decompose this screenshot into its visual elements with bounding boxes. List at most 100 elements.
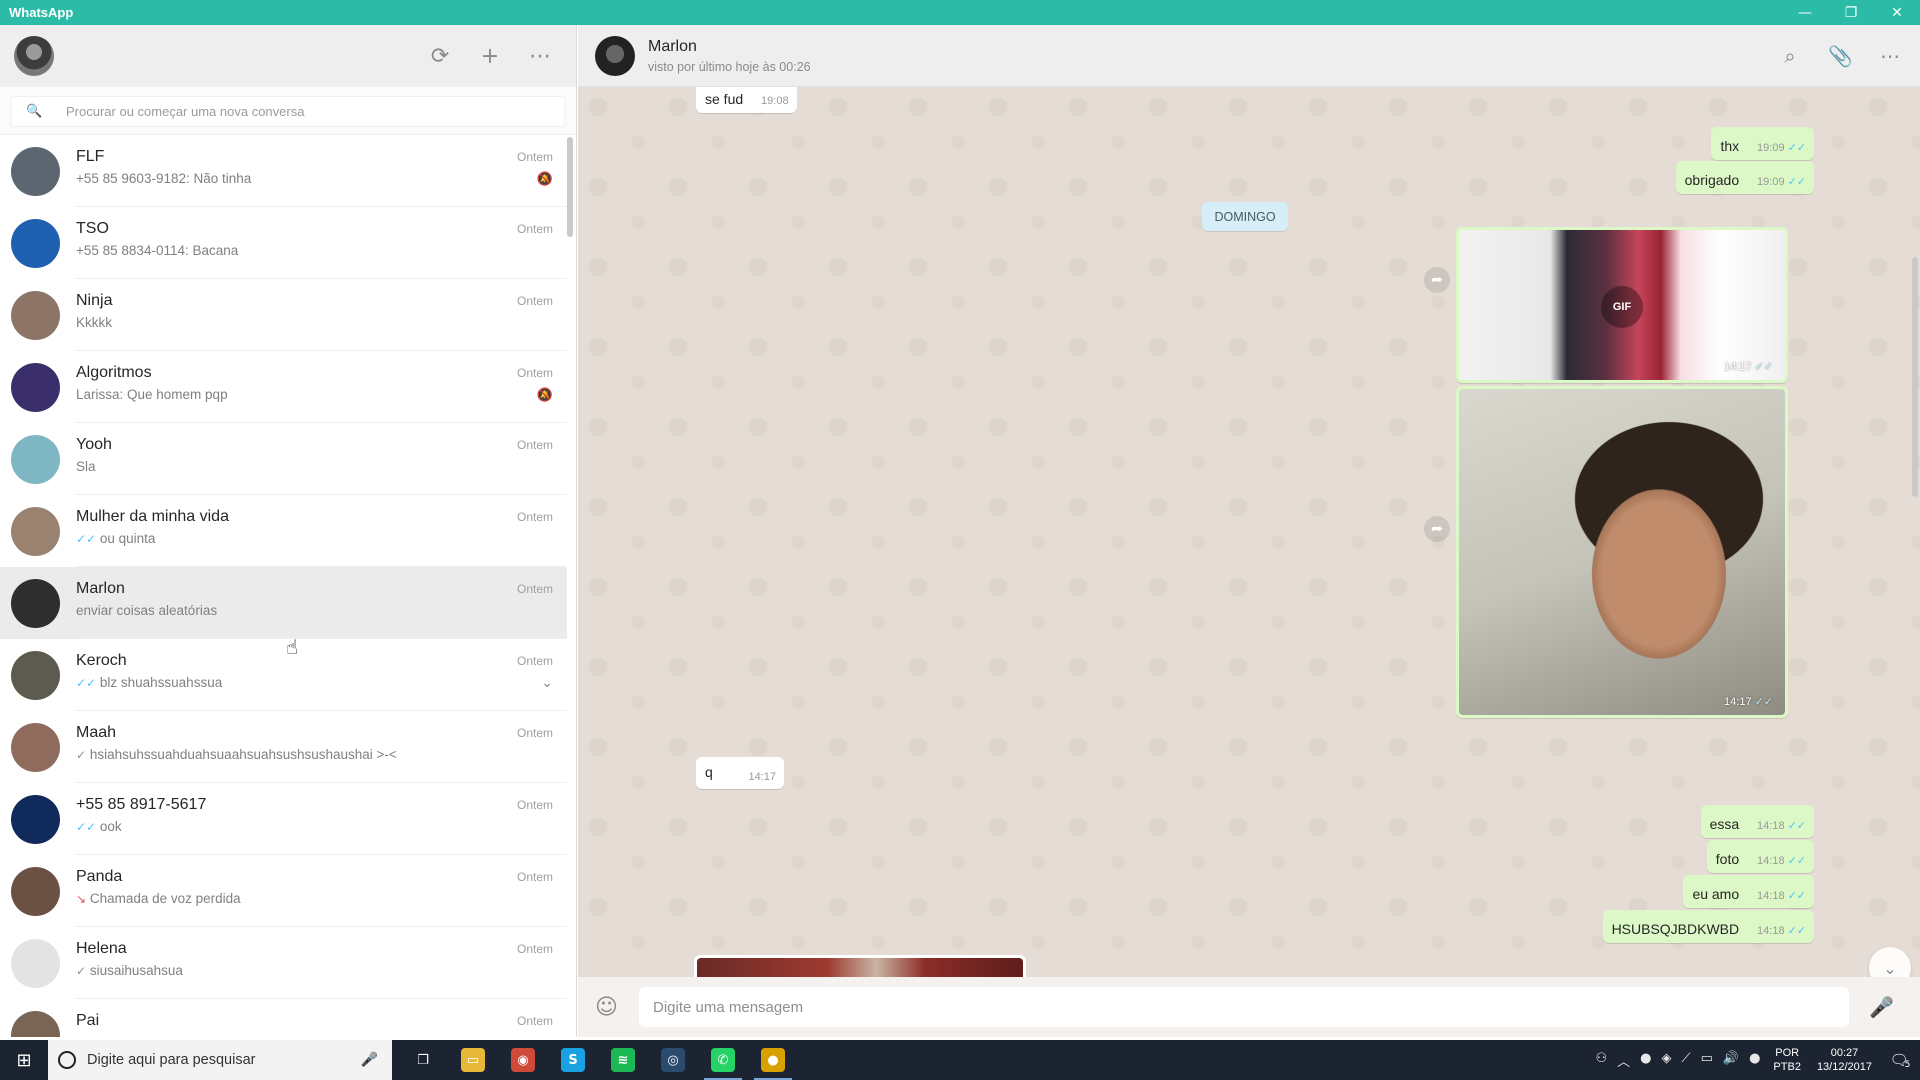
chat-item[interactable]: Helena ✓ siusaihusahsua Ontem [0, 927, 567, 999]
close-icon[interactable]: ✕ [1874, 0, 1920, 25]
search-messages-icon[interactable]: ⌕ [1778, 44, 1802, 68]
my-avatar[interactable] [14, 36, 54, 76]
search-input[interactable] [66, 104, 546, 119]
chat-item[interactable]: Yooh Sla Ontem [0, 423, 567, 495]
chat-item[interactable]: Maah ✓ hsiahsuhssuahduahsuaahsuahsushsush… [0, 711, 567, 783]
image-message[interactable]: 14:17 ✓✓ [1456, 386, 1788, 718]
tray-icon[interactable]: 🔊 [1723, 1051, 1739, 1070]
taskbar-app-chrome[interactable]: ◉ [498, 1040, 548, 1080]
chat-avatar[interactable] [11, 650, 60, 700]
chevron-down-icon[interactable]: ⌄ [541, 675, 553, 691]
chat-item[interactable]: Keroch ✓✓ blz shuahssuahssua Ontem ⌄ [0, 639, 567, 711]
conversation-pane: Marlon visto por último hoje às 00:26 ⌕ … [578, 25, 1920, 1037]
steam-icon: ◎ [661, 1048, 685, 1072]
chat-avatar[interactable] [11, 578, 60, 628]
message-bubble[interactable]: q 14:17 [696, 757, 784, 789]
conversation-menu-icon[interactable]: ⋯ [1878, 44, 1902, 68]
tray-icon[interactable]: ▭ [1701, 1051, 1713, 1070]
chat-item[interactable]: Algoritmos Larissa: Que homem pqp Ontem 🔕 [0, 351, 567, 423]
message-scrollbar[interactable] [1912, 257, 1918, 497]
scroll-down-button[interactable]: ⌄ [1869, 947, 1911, 977]
tray-icon[interactable]: ︿ [1617, 1051, 1630, 1070]
chat-avatar[interactable] [11, 506, 60, 556]
image-thumbnail[interactable] [697, 958, 1023, 977]
chat-avatar[interactable] [11, 866, 60, 916]
forward-icon[interactable]: ➦ [1424, 267, 1450, 293]
delivery-ticks-icon: ✓ [76, 964, 87, 978]
chat-avatar[interactable] [11, 362, 60, 412]
chat-item[interactable]: Pai Ontem [0, 999, 567, 1037]
status-icon[interactable]: ⟳ [428, 44, 452, 69]
chat-avatar[interactable] [11, 434, 60, 484]
cortana-icon[interactable] [58, 1051, 76, 1069]
message-text: thx [1720, 138, 1740, 154]
message-bubble[interactable]: foto 14:18 ✓✓ [1706, 840, 1814, 873]
chat-preview: ↘ Chamada de voz perdida [76, 891, 241, 906]
chat-preview-text: blz shuahssuahssua [99, 675, 223, 690]
chat-avatar[interactable] [11, 938, 60, 988]
message-bubble[interactable]: se fud 19:08 [696, 87, 797, 113]
gif-preview[interactable]: GIF 14:17 ✓✓ [1459, 230, 1785, 380]
taskbar-app-app-yellow[interactable]: ● [748, 1040, 798, 1080]
minimize-icon[interactable]: — [1782, 0, 1828, 25]
chat-preview-text: +55 85 9603-9182: Não tinha [76, 171, 252, 186]
taskbar-app-task-view[interactable]: ❐ [398, 1040, 448, 1080]
incoming-image-partial[interactable] [694, 955, 1026, 977]
message-bubble[interactable]: thx 19:09 ✓✓ [1711, 127, 1814, 160]
attach-icon[interactable]: 📎 [1828, 44, 1853, 68]
search-box[interactable]: 🔍 [11, 96, 565, 127]
taskbar-mic-icon[interactable]: 🎤 [361, 1052, 378, 1068]
message-input[interactable] [639, 987, 1849, 1027]
taskbar-app-spotify[interactable]: ≋ [598, 1040, 648, 1080]
tray-icon[interactable]: ⟋ [1681, 1051, 1690, 1070]
chat-avatar[interactable] [11, 218, 60, 268]
taskbar-app-whatsapp[interactable]: ✆ [698, 1040, 748, 1080]
conversation-header[interactable]: Marlon visto por último hoje às 00:26 ⌕ … [578, 25, 1920, 87]
restore-icon[interactable]: ❐ [1828, 0, 1874, 25]
chat-item[interactable]: Ninja Kkkkk Ontem [0, 279, 567, 351]
contact-avatar[interactable] [595, 36, 635, 76]
language-indicator[interactable]: POR PTB2 [1773, 1046, 1801, 1074]
tray-icon[interactable]: ● [1749, 1051, 1760, 1070]
taskbar-app-file-explorer[interactable]: ▭ [448, 1040, 498, 1080]
message-bubble[interactable]: eu amo 14:18 ✓✓ [1683, 875, 1814, 908]
message-bubble[interactable]: obrigado 19:09 ✓✓ [1675, 161, 1814, 194]
tray-icon[interactable]: ◈ [1661, 1051, 1671, 1070]
clock[interactable]: 00:27 13/12/2017 [1817, 1046, 1872, 1074]
language-code: POR [1775, 1047, 1800, 1059]
photo-preview[interactable]: 14:17 ✓✓ [1459, 389, 1785, 715]
read-ticks-icon: ✓✓ [1787, 854, 1806, 867]
taskbar-app-skype[interactable]: S [548, 1040, 598, 1080]
sidebar: ⟳ + ⋯ 🔍 FLF +55 85 9603-9182: Não tinha On… [0, 25, 577, 1037]
start-button[interactable]: ⊞ [0, 1040, 48, 1080]
chat-item[interactable]: Marlon enviar coisas aleatórias Ontem [0, 567, 567, 639]
chat-avatar[interactable] [11, 1010, 60, 1037]
chat-item[interactable]: Mulher da minha vida ✓✓ ou quinta Ontem [0, 495, 567, 567]
chat-item[interactable]: Panda ↘ Chamada de voz perdida Ontem [0, 855, 567, 927]
chat-list-scrollbar[interactable] [567, 137, 573, 237]
chat-item[interactable]: FLF +55 85 9603-9182: Não tinha Ontem 🔕 [0, 135, 567, 207]
chat-avatar[interactable] [11, 146, 60, 196]
chat-info: Algoritmos Larissa: Que homem pqp Ontem 🔕 [76, 351, 567, 423]
chat-name: Marlon [76, 580, 125, 597]
tray-icon[interactable]: ⚇ [1595, 1051, 1607, 1070]
forward-icon[interactable]: ➦ [1424, 516, 1450, 542]
clock-time: 00:27 [1830, 1047, 1859, 1059]
menu-icon[interactable]: ⋯ [528, 44, 552, 69]
gif-play-badge[interactable]: GIF [1601, 286, 1643, 328]
chat-item[interactable]: TSO +55 85 8834-0114: Bacana Ontem [0, 207, 567, 279]
chat-item[interactable]: +55 85 8917-5617 ✓✓ ook Ontem [0, 783, 567, 855]
notification-center-button[interactable]: 🗨 5 [1880, 1040, 1920, 1080]
message-bubble[interactable]: essa 14:18 ✓✓ [1700, 805, 1814, 838]
new-chat-icon[interactable]: + [478, 44, 502, 69]
microphone-icon[interactable]: 🎤 [1869, 995, 1894, 1019]
chat-avatar[interactable] [11, 794, 60, 844]
gif-message[interactable]: GIF 14:17 ✓✓ [1456, 227, 1788, 383]
chat-avatar[interactable] [11, 290, 60, 340]
chat-avatar[interactable] [11, 722, 60, 772]
taskbar-app-steam[interactable]: ◎ [648, 1040, 698, 1080]
message-bubble[interactable]: HSUBSQJBDKWBD 14:18 ✓✓ [1602, 910, 1814, 943]
taskbar-search[interactable]: Digite aqui para pesquisar 🎤 [48, 1040, 392, 1080]
tray-icon[interactable]: ● [1640, 1051, 1651, 1070]
emoji-icon[interactable]: ☺ [595, 995, 621, 1020]
